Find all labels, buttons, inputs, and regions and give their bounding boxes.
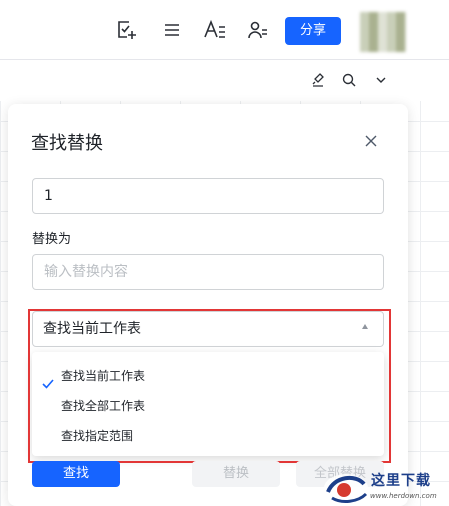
text-format-icon[interactable] bbox=[203, 18, 227, 42]
scope-dropdown: 查找当前工作表 查找全部工作表 查找指定范围 bbox=[32, 352, 384, 456]
close-icon[interactable] bbox=[361, 131, 381, 151]
search-icon[interactable] bbox=[339, 70, 359, 90]
task-add-icon[interactable] bbox=[114, 18, 138, 42]
scope-select[interactable]: 查找当前工作表 bbox=[32, 311, 384, 347]
list-icon[interactable] bbox=[160, 18, 184, 42]
scope-option-range[interactable]: 查找指定范围 bbox=[32, 421, 384, 451]
share-button[interactable]: 分享 bbox=[285, 17, 341, 45]
scope-option-label: 查找当前工作表 bbox=[61, 369, 146, 383]
chevron-down-icon[interactable] bbox=[371, 70, 391, 90]
replace-input[interactable] bbox=[32, 254, 384, 290]
avatar[interactable] bbox=[360, 12, 406, 52]
panel-title: 查找替换 bbox=[31, 133, 103, 154]
replace-label: 替换为 bbox=[32, 232, 72, 247]
scope-option-all-sheets[interactable]: 查找全部工作表 bbox=[32, 391, 384, 421]
replace-button[interactable]: 替换 bbox=[192, 461, 280, 487]
find-button[interactable]: 查找 bbox=[32, 461, 120, 487]
scope-select-value: 查找当前工作表 bbox=[43, 321, 141, 337]
watermark-url: www.herdown.com bbox=[370, 492, 437, 500]
caret-up-icon bbox=[362, 324, 368, 329]
scope-option-label: 查找全部工作表 bbox=[61, 399, 146, 413]
user-share-icon[interactable] bbox=[246, 18, 270, 42]
scope-option-label: 查找指定范围 bbox=[61, 429, 134, 443]
scope-option-current-sheet[interactable]: 查找当前工作表 bbox=[32, 361, 384, 391]
watermark-title: 这里下载 bbox=[371, 473, 431, 489]
brush-icon[interactable] bbox=[308, 70, 328, 90]
find-input[interactable] bbox=[32, 178, 384, 214]
